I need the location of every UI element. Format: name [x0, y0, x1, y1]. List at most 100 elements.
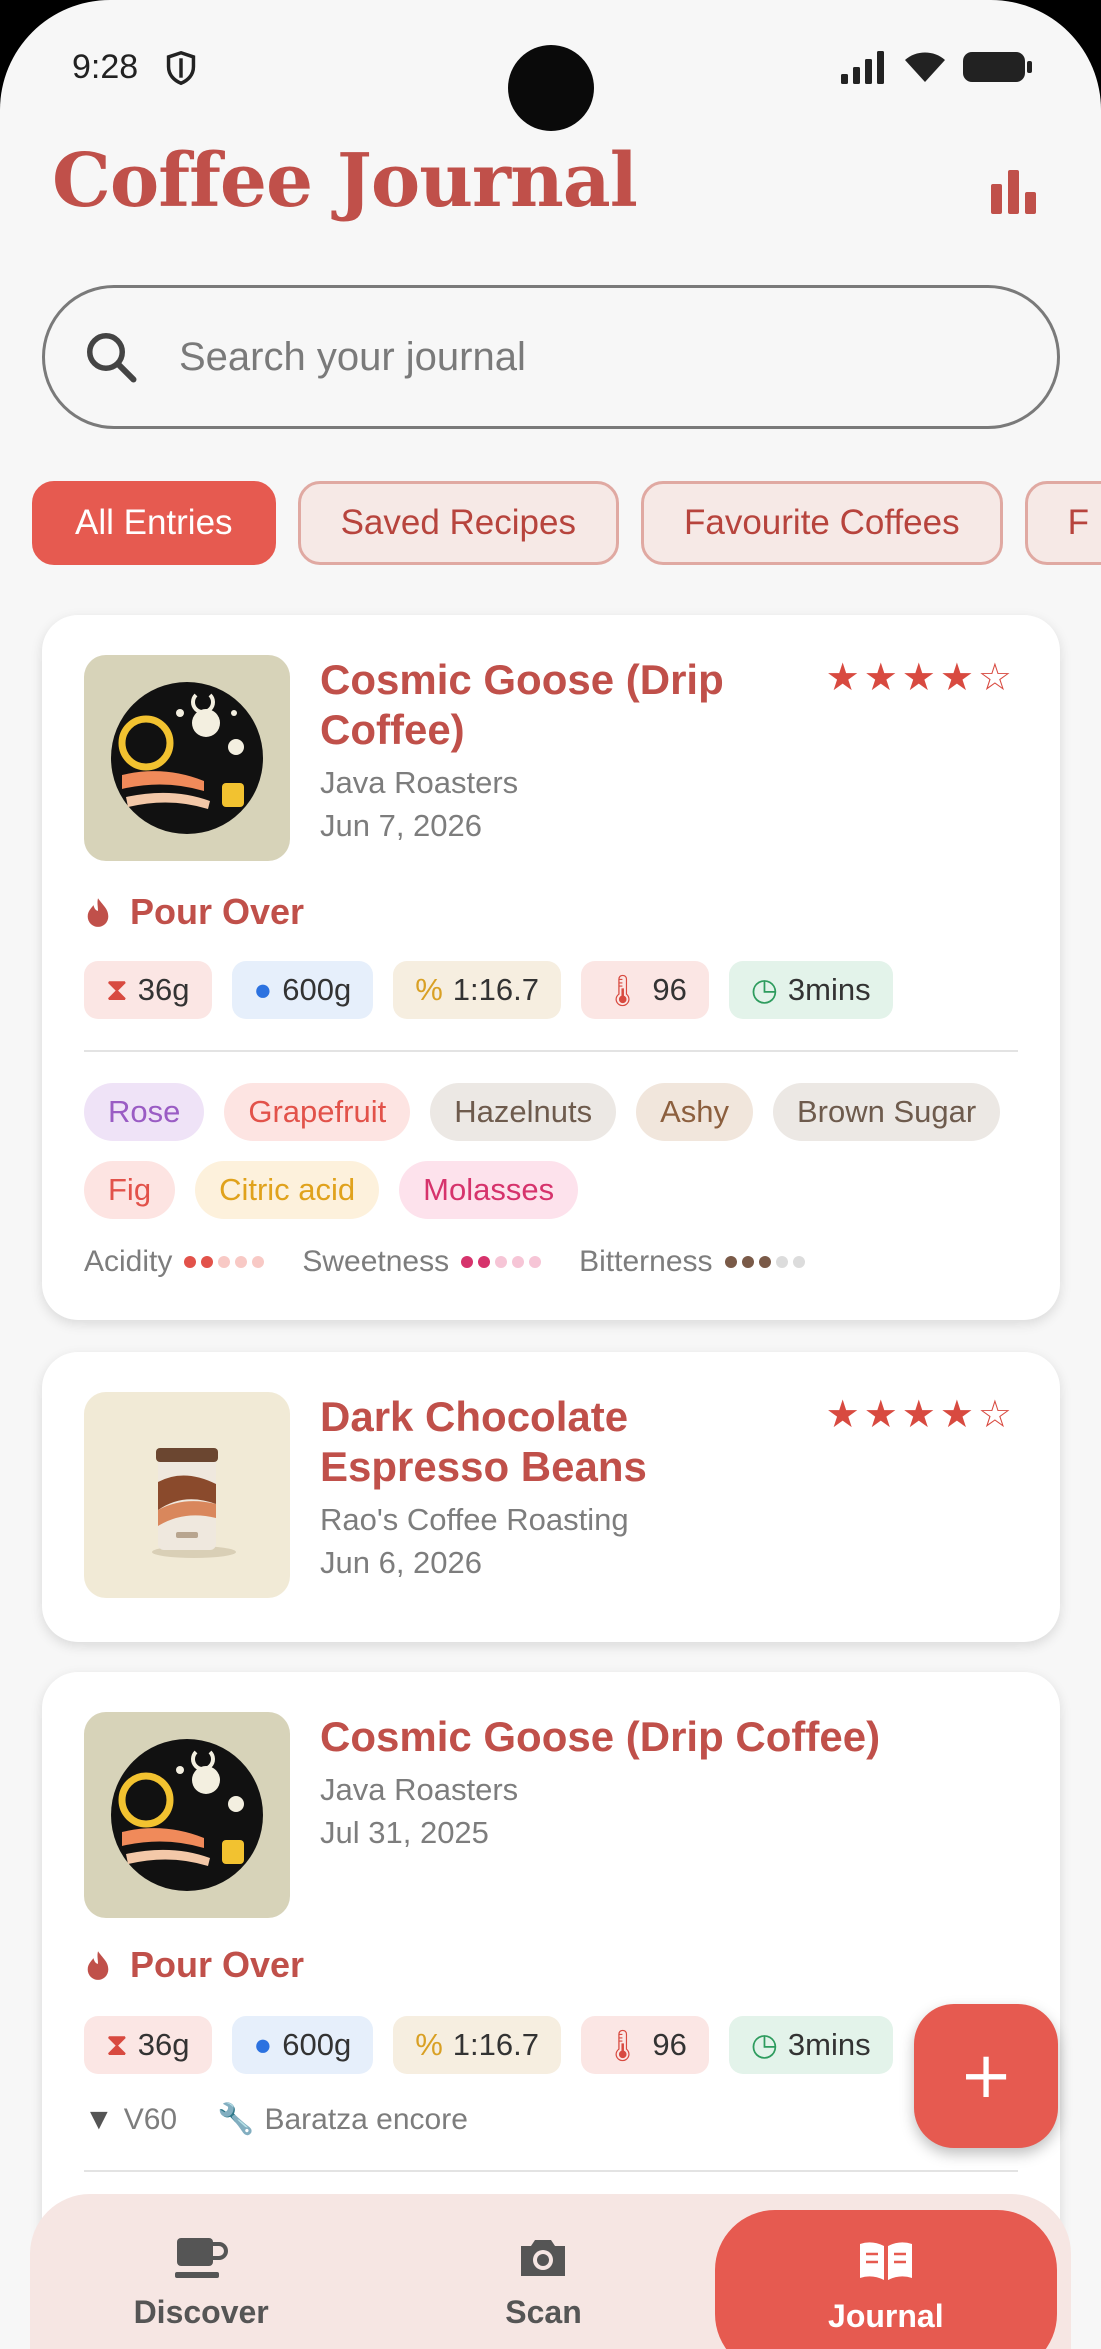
divider	[84, 1050, 1018, 1052]
percent-icon: %	[415, 2027, 443, 2062]
dose-badge: ⧗ 36g	[84, 961, 212, 1019]
status-time: 9:28	[72, 48, 139, 86]
app-screen: 9:28 Coffee Journal Search your journal …	[0, 0, 1101, 2349]
clock-icon: ◷	[750, 2027, 778, 2062]
sweetness-scale: Sweetness	[302, 1245, 542, 1279]
scale-dot	[495, 1256, 508, 1268]
scale-dot	[724, 1256, 737, 1268]
brew-method: Pour Over	[84, 1944, 304, 1986]
flavor-scales: Acidity Sweetness Bitterness	[84, 1245, 1018, 1279]
plus-icon: +	[959, 2039, 1013, 2113]
time-badge: ◷ 3mins	[728, 961, 893, 1019]
scale-dot	[235, 1256, 248, 1268]
scale-dots	[461, 1256, 542, 1268]
nav-journal[interactable]: Journal	[714, 2210, 1057, 2349]
wifi-icon	[905, 52, 945, 82]
entry-title: Cosmic Goose (Drip Coffee)	[320, 656, 724, 753]
brew-params: ⧗ 36g ● 600g % 1:16.7 🌡 96 ◷ 3mins	[84, 2016, 893, 2074]
open-book-icon	[859, 2242, 912, 2280]
dripper-icon: ▼	[84, 2102, 114, 2136]
star-rating: ★★★★☆	[825, 655, 1016, 699]
entry-roaster: Rao's Coffee Roasting	[320, 1502, 629, 1537]
brew-method-label: Pour Over	[130, 891, 305, 932]
tasting-note: Hazelnuts	[430, 1083, 617, 1141]
search-icon	[87, 333, 137, 383]
scale-dot	[758, 1256, 771, 1268]
bottom-navigation: Discover Scan Journal	[30, 2194, 1071, 2349]
coffee-thumbnail	[84, 1712, 290, 1918]
tasting-note: Rose	[84, 1083, 205, 1141]
scale-dot	[741, 1256, 754, 1268]
thermometer-icon: 🌡	[602, 2027, 643, 2063]
scale-dot	[201, 1256, 214, 1268]
tasting-note: Citric acid	[195, 1161, 380, 1219]
tasting-note: Brown Sugar	[773, 1083, 1001, 1141]
tasting-note: Molasses	[399, 1161, 579, 1219]
chip-saved-recipes[interactable]: Saved Recipes	[297, 481, 619, 565]
entry-roaster: Java Roasters	[320, 1772, 519, 1807]
coffee-thumbnail	[84, 655, 290, 861]
scale-dot	[218, 1256, 231, 1268]
flame-icon	[87, 898, 109, 927]
status-icons	[841, 50, 1033, 84]
divider	[84, 2170, 1018, 2172]
filter-chips: All Entries Saved Recipes Favourite Coff…	[32, 481, 1101, 565]
brew-gear: ▼ V60 🔧 Baratza encore	[84, 2102, 468, 2137]
tasting-note: Fig	[84, 1161, 176, 1219]
journal-entry-card[interactable]: Cosmic Goose (Drip Coffee) ★★★★☆ Java Ro…	[42, 615, 1060, 1320]
water-badge: ● 600g	[231, 961, 374, 1019]
temperature-badge: 🌡 96	[580, 961, 709, 1019]
scale-dot	[184, 1256, 197, 1268]
add-entry-button[interactable]: +	[914, 2004, 1058, 2148]
coffee-thumbnail	[84, 1392, 290, 1598]
scale-dots	[724, 1256, 805, 1268]
battery-icon	[963, 52, 1032, 82]
temperature-badge: 🌡 96	[580, 2016, 709, 2074]
bar-chart-icon[interactable]	[985, 158, 1041, 214]
brewer: ▼ V60	[84, 2102, 178, 2136]
entry-roaster: Java Roasters	[320, 765, 519, 800]
journal-entry-card[interactable]: Dark Chocolate Espresso Beans ★★★★☆ Rao'…	[42, 1352, 1060, 1642]
camera-icon	[521, 2240, 566, 2276]
nav-scan[interactable]: Scan	[372, 2194, 714, 2349]
scale-dot	[512, 1256, 525, 1268]
shield-icon	[166, 50, 196, 86]
chip-all-entries[interactable]: All Entries	[32, 481, 276, 565]
tasting-notes: Rose Grapefruit Hazelnuts Ashy Brown Sug…	[84, 1083, 1018, 1219]
brew-params: ⧗ 36g ● 600g % 1:16.7 🌡 96 ◷ 3mins	[84, 961, 893, 1019]
search-input[interactable]	[179, 334, 999, 380]
tasting-note: Grapefruit	[224, 1083, 411, 1141]
entry-date: Jun 7, 2026	[320, 808, 483, 843]
hourglass-icon: ⧗	[106, 971, 128, 1007]
chip-more[interactable]: F	[1024, 481, 1101, 565]
time-badge: ◷ 3mins	[728, 2016, 893, 2074]
brew-method-label: Pour Over	[130, 1944, 305, 1985]
dose-badge: ⧗ 36g	[84, 2016, 212, 2074]
scale-dot	[478, 1256, 491, 1268]
ratio-badge: % 1:16.7	[393, 961, 561, 1019]
water-badge: ● 600g	[231, 2016, 374, 2074]
grinder: 🔧 Baratza encore	[217, 2102, 468, 2137]
scale-dot	[461, 1256, 474, 1268]
star-rating: ★★★★☆	[825, 1392, 1016, 1436]
scale-dot	[775, 1256, 788, 1268]
hourglass-icon: ⧗	[106, 2026, 128, 2062]
water-drop-icon: ●	[253, 972, 273, 1007]
scale-dot	[792, 1256, 805, 1268]
entry-title: Dark Chocolate Espresso Beans	[320, 1393, 647, 1490]
chip-favourite-coffees[interactable]: Favourite Coffees	[640, 481, 1003, 565]
camera-cutout	[508, 45, 594, 131]
wrench-icon: 🔧	[217, 2103, 255, 2136]
percent-icon: %	[415, 972, 443, 1007]
acidity-scale: Acidity	[84, 1245, 265, 1279]
scale-dot	[529, 1256, 542, 1268]
scale-dots	[184, 1256, 265, 1268]
thermometer-icon: 🌡	[602, 972, 643, 1008]
search-bar[interactable]	[42, 285, 1060, 429]
nav-discover[interactable]: Discover	[30, 2194, 372, 2349]
entry-date: Jun 6, 2026	[320, 1545, 483, 1580]
tasting-note: Ashy	[636, 1083, 753, 1141]
brew-method: Pour Over	[84, 891, 304, 933]
scale-dot	[252, 1256, 265, 1268]
ratio-badge: % 1:16.7	[393, 2016, 561, 2074]
